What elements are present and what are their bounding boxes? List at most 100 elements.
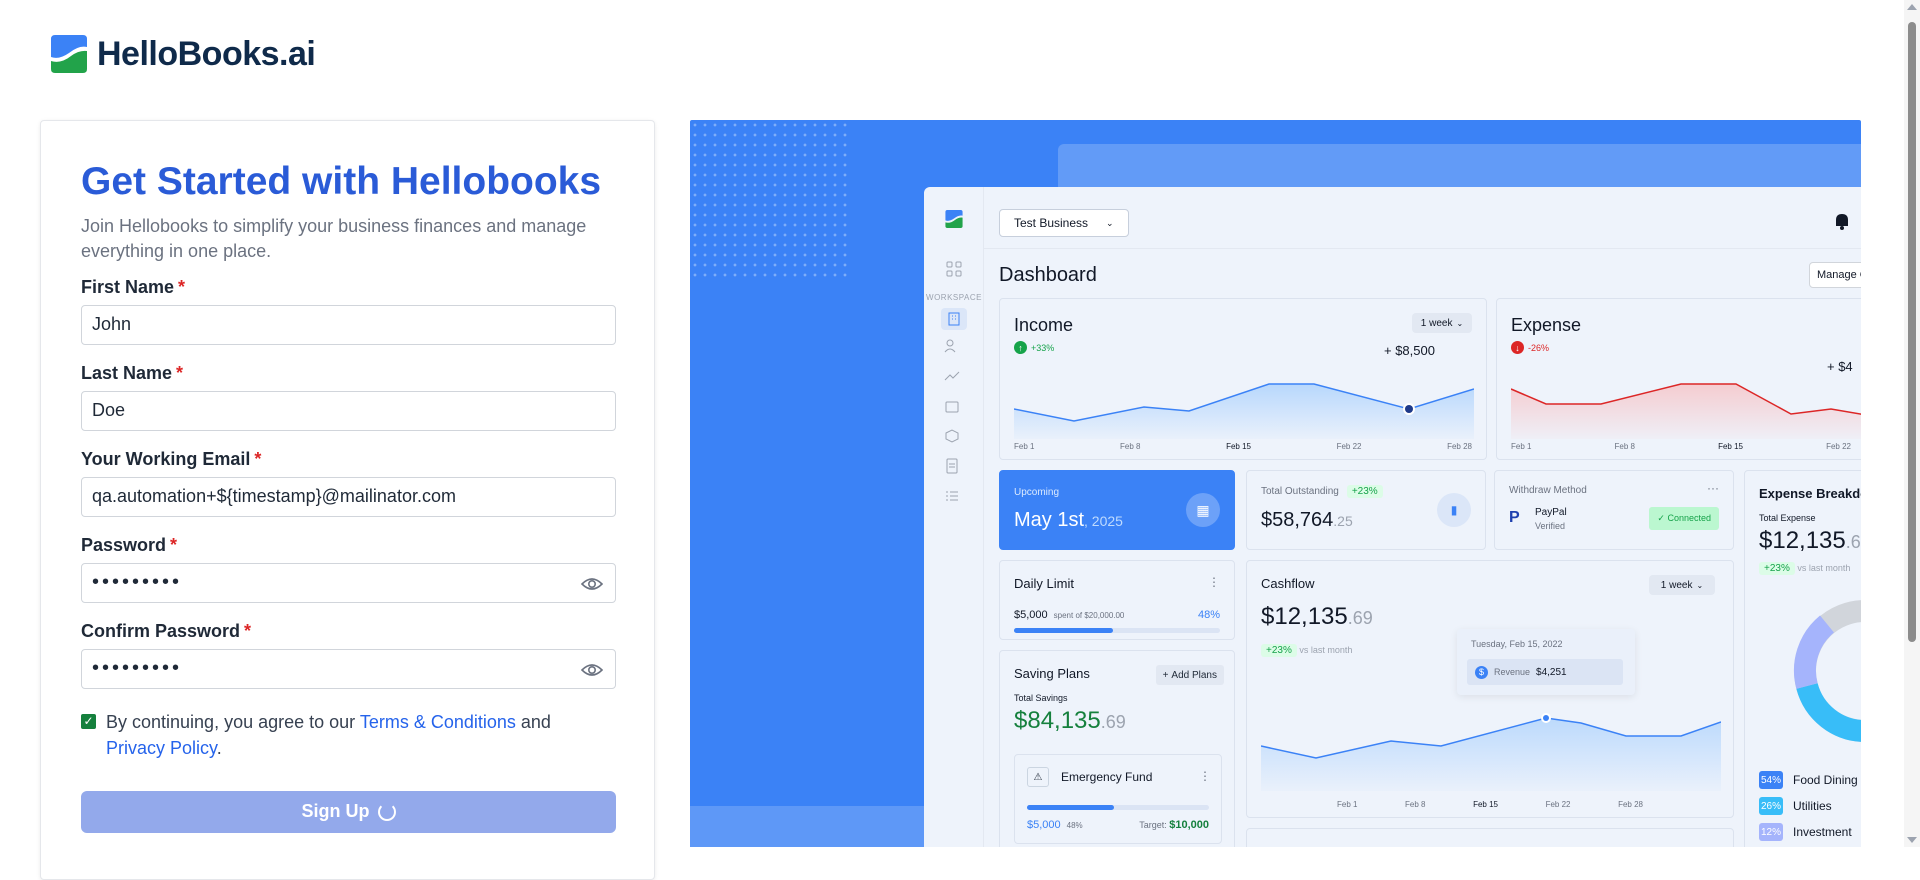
fund-progress-bar xyxy=(1027,805,1209,810)
outstanding-value: $58,764 xyxy=(1261,509,1334,531)
terms-agreement: ✓ By continuing, you agree to our Terms … xyxy=(81,709,616,761)
dashboard-title: Dashboard xyxy=(999,264,1097,286)
saving-sub: Total Savings xyxy=(1014,693,1068,703)
grid-icon xyxy=(944,259,964,279)
terms-checkbox[interactable]: ✓ xyxy=(81,713,96,729)
daily-limit-card: Daily Limit ⋮ $5,000 spent of $20,000.00 … xyxy=(999,560,1235,640)
page-scrollbar[interactable] xyxy=(1904,0,1920,847)
confirm-password-value: ••••••••• xyxy=(92,657,183,680)
signup-card: Get Started with Hellobooks Join Hellobo… xyxy=(40,120,655,880)
first-name-value: John xyxy=(92,314,132,335)
add-plans-button[interactable]: + Add Plans xyxy=(1155,665,1224,685)
scroll-down-arrow-icon[interactable] xyxy=(1907,837,1917,843)
cashflow-title: Cashflow xyxy=(1261,576,1315,591)
terms-prefix: By continuing, you agree to our xyxy=(106,711,360,732)
cashflow-axis: Feb 1 Feb 8 Feb 15 Feb 22 Feb 28 xyxy=(1337,800,1643,809)
page-title: Get Started with Hellobooks xyxy=(81,160,602,203)
withdraw-provider: PayPal xyxy=(1535,507,1567,518)
outstanding-label: Total Outstanding xyxy=(1261,486,1339,497)
upcoming-label: Upcoming xyxy=(1014,487,1060,498)
email-field: Your Working Email * qa.automation+${time… xyxy=(81,445,616,517)
outstanding-change: +23% xyxy=(1346,485,1383,498)
chevron-down-icon: ⌄ xyxy=(1106,217,1114,228)
breakdown-title: Expense Breakdown xyxy=(1759,486,1861,501)
saving-title: Saving Plans xyxy=(1014,666,1090,681)
expense-breakdown-card: Expense Breakdown Total Expense $12,135.… xyxy=(1744,470,1861,847)
page-subtitle: Join Hellobooks to simplify your busines… xyxy=(81,215,587,261)
withdraw-card: Withdraw Method ··· P PayPal Verified ✓ … xyxy=(1494,470,1734,550)
document-icon xyxy=(944,458,964,478)
email-value: qa.automation+${timestamp}@mailinator.co… xyxy=(92,486,456,507)
daily-spent: $5,000 xyxy=(1014,609,1048,621)
upcoming-date: May 1st xyxy=(1014,509,1085,531)
dashboard-topbar: Test Business ⌄ xyxy=(984,187,1861,249)
terms-suffix: . xyxy=(216,737,222,758)
calendar-icon: ▦ xyxy=(1186,493,1220,527)
cashflow-value: $12,135 xyxy=(1261,603,1348,630)
outstanding-card: Total Outstanding +23% $58,764.25 ▮ xyxy=(1246,470,1486,550)
terms-link[interactable]: Terms & Conditions xyxy=(360,712,516,732)
confirm-password-input[interactable]: ••••••••• xyxy=(81,648,616,689)
email-label: Your Working Email xyxy=(81,448,251,469)
loading-spinner-icon xyxy=(377,802,396,821)
more-dots-icon[interactable]: ··· xyxy=(1707,481,1719,495)
breakdown-value: $12,135 xyxy=(1759,527,1846,554)
signup-button[interactable]: Sign Up xyxy=(81,790,616,833)
password-input[interactable]: ••••••••• xyxy=(81,562,616,603)
saving-value: $84,135 xyxy=(1014,707,1101,734)
trend-icon xyxy=(944,368,964,388)
plus-icon: + xyxy=(1162,669,1169,681)
show-password-eye-icon[interactable] xyxy=(580,574,604,594)
connected-badge: ✓ Connected xyxy=(1649,507,1719,530)
workspace-label: WORKSPACE xyxy=(926,293,982,302)
required-marker: * xyxy=(178,276,186,297)
legend-item: 54% Food Dining xyxy=(1759,771,1858,789)
expense-title: Expense xyxy=(1511,315,1582,335)
dollar-icon: $ xyxy=(1475,665,1488,679)
cashflow-chart xyxy=(1261,713,1721,791)
notification-bell-icon[interactable] xyxy=(1832,211,1852,231)
business-select[interactable]: Test Business ⌄ xyxy=(999,209,1129,237)
more-vertical-icon[interactable]: ⋮ xyxy=(1199,769,1211,783)
legend-item: 26% Utilities xyxy=(1759,797,1832,815)
withdraw-label: Withdraw Method xyxy=(1509,485,1587,496)
breakdown-donut-chart xyxy=(1794,600,1861,742)
more-vertical-icon[interactable]: ⋮ xyxy=(1208,575,1220,589)
last-name-label: Last Name xyxy=(81,362,173,383)
saving-plans-card: Saving Plans + Add Plans Total Savings $8… xyxy=(999,650,1235,847)
warning-icon: ⚠ xyxy=(1027,767,1049,787)
scrollbar-thumb[interactable] xyxy=(1908,22,1916,642)
email-input[interactable]: qa.automation+${timestamp}@mailinator.co… xyxy=(81,476,616,517)
emergency-fund-item[interactable]: ⚠ Emergency Fund ⋮ $5,000 48% Target: $10… xyxy=(1014,754,1222,844)
brand-logo[interactable]: HelloBooks.ai xyxy=(49,33,316,75)
password-label: Password xyxy=(81,534,167,555)
show-confirm-password-eye-icon[interactable] xyxy=(580,660,604,680)
cashflow-range-select[interactable]: 1 week ⌄ xyxy=(1649,575,1715,595)
promo-strip xyxy=(690,806,930,847)
required-marker: * xyxy=(176,362,184,383)
expense-axis: Feb 1 Feb 8 Feb 15 Feb 22 xyxy=(1511,442,1851,451)
privacy-link[interactable]: Privacy Policy xyxy=(106,738,217,758)
income-title: Income xyxy=(1014,315,1074,335)
scroll-up-arrow-icon[interactable] xyxy=(1907,4,1917,10)
confirm-password-field: Confirm Password * ••••••••• xyxy=(81,617,616,689)
first-name-label: First Name xyxy=(81,276,175,297)
income-axis: Feb 1 Feb 8 Feb 15 Feb 22 Feb 28 xyxy=(1014,442,1472,451)
income-range-select[interactable]: 1 week ⌄ xyxy=(1412,313,1472,333)
last-name-input[interactable]: Doe xyxy=(81,390,616,431)
promo-panel: WORKSPACE Test Business ⌄ Dashboard Mana… xyxy=(690,120,1861,847)
fund-name: Emergency Fund xyxy=(1061,770,1153,784)
first-name-field: First Name * John xyxy=(81,273,616,345)
building-icon xyxy=(941,308,967,330)
paypal-icon: P xyxy=(1509,509,1520,526)
legend-item: 12% Investment xyxy=(1759,823,1852,841)
expense-chart xyxy=(1511,383,1861,439)
upcoming-card: Upcoming May 1st, 2025 ▦ xyxy=(999,470,1235,550)
upcoming-year: , 2025 xyxy=(1084,513,1123,529)
first-name-input[interactable]: John xyxy=(81,304,616,345)
manage-button[interactable]: Manage C xyxy=(1809,262,1861,288)
cashflow-card: Cashflow 1 week ⌄ $12,135.69 +23% vs last… xyxy=(1246,560,1734,818)
confirm-password-label: Confirm Password xyxy=(81,620,241,641)
income-chart xyxy=(1014,383,1474,439)
box-icon xyxy=(944,428,964,448)
